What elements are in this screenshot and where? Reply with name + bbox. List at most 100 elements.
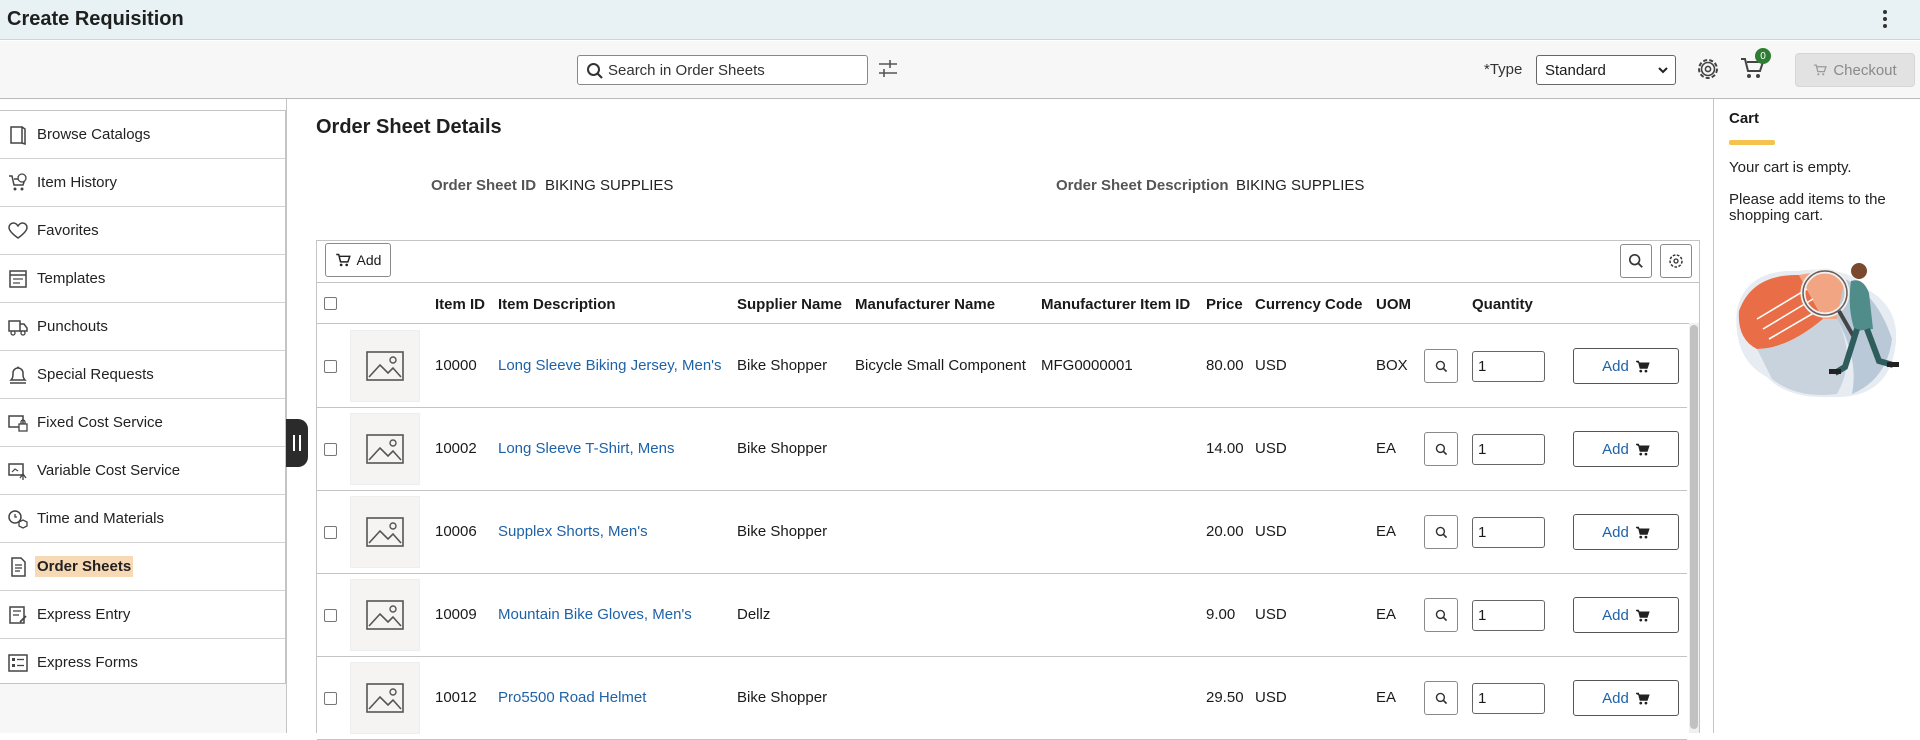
- grid-scrollbar[interactable]: [1689, 323, 1699, 733]
- uom-lookup-button[interactable]: [1424, 681, 1458, 715]
- cart-icon: [1814, 64, 1828, 76]
- table-row: 10002 Long Sleeve T-Shirt, Mens Bike Sho…: [317, 408, 1687, 491]
- add-label: Add: [1602, 357, 1629, 375]
- image-icon: [366, 600, 404, 630]
- uom-lookup-button[interactable]: [1424, 598, 1458, 632]
- heart-icon: [8, 222, 28, 239]
- currency-code: USD: [1255, 523, 1287, 540]
- sidebar-item-label: Favorites: [37, 222, 99, 239]
- sidebar-item-fixed-cost-service[interactable]: Fixed Cost Service: [0, 399, 285, 447]
- sidebar-divider: [286, 99, 287, 733]
- checkout-button[interactable]: Checkout: [1795, 53, 1915, 87]
- add-to-cart-button[interactable]: Add: [1573, 431, 1679, 467]
- item-description-link[interactable]: Long Sleeve Biking Jersey, Men's: [498, 357, 722, 374]
- table-row: 10009 Mountain Bike Gloves, Men's Dellz …: [317, 574, 1687, 657]
- row-checkbox[interactable]: [324, 609, 337, 622]
- cart-icon: [1635, 609, 1650, 621]
- row-checkbox[interactable]: [324, 360, 337, 373]
- sidebar-item-templates[interactable]: Templates: [0, 255, 285, 303]
- cart-panel: Cart Your cart is empty. Please add item…: [1713, 99, 1920, 733]
- search-input[interactable]: Search in Order Sheets: [577, 55, 868, 85]
- cart-icon: [1635, 360, 1650, 372]
- uom: EA: [1376, 606, 1397, 623]
- sidebar-item-order-sheets[interactable]: Order Sheets: [0, 543, 285, 591]
- type-select[interactable]: Standard: [1536, 55, 1676, 85]
- order-sheet-id-label: Order Sheet ID: [431, 177, 537, 194]
- sidebar-item-label: Punchouts: [37, 318, 108, 335]
- cart-hint-message: Please add items to the shopping cart.: [1729, 191, 1886, 224]
- uom: EA: [1376, 689, 1397, 706]
- column-header[interactable]: Quantity: [1472, 296, 1533, 313]
- quantity-input[interactable]: 1: [1472, 434, 1545, 465]
- column-header[interactable]: Manufacturer Item ID: [1041, 296, 1190, 313]
- table-row: 10012 Pro5500 Road Helmet Bike Shopper 2…: [317, 657, 1687, 740]
- top-toolbar: Search in Order Sheets *Type Standard 0 …: [0, 41, 1920, 99]
- quantity-input[interactable]: 1: [1472, 517, 1545, 548]
- sidebar-item-label: Item History: [37, 174, 118, 191]
- sidebar-item-time-and-materials[interactable]: Time and Materials: [0, 495, 285, 543]
- order-sheet-id-value: BIKING SUPPLIES: [545, 177, 674, 194]
- sidebar: Browse Catalogs Item History Favorites T…: [0, 110, 286, 687]
- search-icon: [1435, 526, 1447, 538]
- uom: BOX: [1376, 357, 1408, 374]
- add-to-cart-button[interactable]: Add: [1573, 514, 1679, 550]
- search-icon: [587, 63, 603, 79]
- column-header[interactable]: Supplier Name: [737, 296, 842, 313]
- price: 80.00: [1206, 357, 1244, 374]
- cart-title-underline: [1729, 140, 1775, 145]
- bell-icon: [9, 366, 27, 384]
- uom-lookup-button[interactable]: [1424, 432, 1458, 466]
- sidebar-item-special-requests[interactable]: Special Requests: [0, 351, 285, 399]
- add-to-cart-button[interactable]: Add: [1573, 348, 1679, 384]
- quantity-input[interactable]: 1: [1472, 683, 1545, 714]
- column-header[interactable]: Price: [1206, 296, 1243, 313]
- sidebar-item-express-forms[interactable]: Express Forms: [0, 639, 285, 687]
- grid-search-button[interactable]: [1620, 244, 1652, 278]
- sidebar-item-punchouts[interactable]: Punchouts: [0, 303, 285, 351]
- sidebar-item-label: Fixed Cost Service: [37, 414, 163, 431]
- row-checkbox[interactable]: [324, 443, 337, 456]
- collapse-sidebar-handle[interactable]: [286, 419, 308, 467]
- supplier-name: Bike Shopper: [737, 357, 828, 374]
- uom-lookup-button[interactable]: [1424, 349, 1458, 383]
- sidebar-item-variable-cost-service[interactable]: Variable Cost Service: [0, 447, 285, 495]
- scrollbar-thumb[interactable]: [1690, 325, 1698, 729]
- row-checkbox[interactable]: [324, 692, 337, 705]
- quantity-input[interactable]: 1: [1472, 351, 1545, 382]
- gear-icon: [1669, 254, 1683, 268]
- select-all-checkbox[interactable]: [324, 297, 337, 310]
- sidebar-item-item-history[interactable]: Item History: [0, 159, 285, 207]
- uom-lookup-button[interactable]: [1424, 515, 1458, 549]
- sidebar-item-express-entry[interactable]: Express Entry: [0, 591, 285, 639]
- column-header[interactable]: Manufacturer Name: [855, 296, 995, 313]
- item-description-link[interactable]: Mountain Bike Gloves, Men's: [498, 606, 692, 623]
- filter-settings-icon[interactable]: [878, 59, 898, 79]
- more-options-icon[interactable]: [1876, 8, 1894, 30]
- supplier-name: Bike Shopper: [737, 523, 828, 540]
- grid-settings-button[interactable]: [1660, 244, 1692, 278]
- gear-icon[interactable]: [1696, 57, 1720, 81]
- column-header[interactable]: Item Description: [498, 296, 616, 313]
- sidebar-item-label: Express Forms: [37, 654, 138, 671]
- grid-toolbar: Add: [317, 241, 1699, 283]
- grid-add-button[interactable]: Add: [325, 243, 391, 277]
- item-description-link[interactable]: Long Sleeve T-Shirt, Mens: [498, 440, 674, 457]
- row-checkbox[interactable]: [324, 526, 337, 539]
- add-to-cart-button[interactable]: Add: [1573, 680, 1679, 716]
- sidebar-item-favorites[interactable]: Favorites: [0, 207, 285, 255]
- order-sheet-description-value: BIKING SUPPLIES: [1236, 177, 1365, 194]
- page-title: Create Requisition: [7, 8, 184, 30]
- cart-icon: [1635, 443, 1650, 455]
- add-to-cart-button[interactable]: Add: [1573, 597, 1679, 633]
- column-header[interactable]: UOM: [1376, 296, 1411, 313]
- item-image-placeholder: [350, 579, 420, 651]
- column-header[interactable]: Item ID: [435, 296, 485, 313]
- item-description-link[interactable]: Pro5500 Road Helmet: [498, 689, 646, 706]
- fixed-cost-icon: [8, 415, 28, 432]
- item-id: 10009: [435, 606, 477, 623]
- quantity-input[interactable]: 1: [1472, 600, 1545, 631]
- price: 20.00: [1206, 523, 1244, 540]
- column-header[interactable]: Currency Code: [1255, 296, 1363, 313]
- sidebar-item-browse-catalogs[interactable]: Browse Catalogs: [0, 111, 285, 159]
- item-description-link[interactable]: Supplex Shorts, Men's: [498, 523, 648, 540]
